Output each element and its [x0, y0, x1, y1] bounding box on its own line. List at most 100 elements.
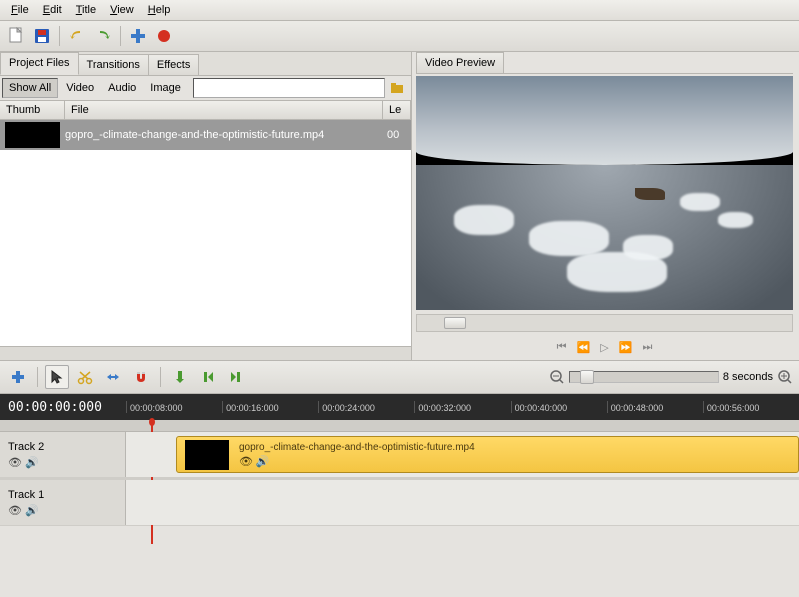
zoom-slider[interactable] [569, 371, 719, 383]
project-tabs: Project Files Transitions Effects [0, 52, 411, 76]
timeline-ruler[interactable]: 00:00:00:000 00:00:08:000 00:00:16:000 0… [0, 394, 799, 420]
filter-audio[interactable]: Audio [102, 79, 142, 97]
ruler-tick: 00:00:56:000 [703, 401, 799, 413]
file-length: 00 [387, 129, 411, 141]
play-icon[interactable]: ▷ [600, 341, 608, 354]
preview-pane: Video Preview ⏮ ⏪ ▷ ⏩ ⏭ [412, 52, 799, 360]
eye-icon[interactable]: 👁 [239, 456, 253, 468]
track-label: Track 2 [8, 441, 117, 453]
rewind-icon[interactable]: ⏪ [577, 341, 591, 354]
scrub-bar[interactable] [416, 314, 793, 332]
track-lane[interactable] [126, 480, 799, 525]
plus-icon [129, 27, 147, 45]
track-header[interactable]: Track 1 👁 🔊 [0, 480, 126, 525]
add-track-button[interactable] [6, 365, 30, 389]
prev-marker-button[interactable] [196, 365, 220, 389]
playhead-row[interactable] [0, 420, 799, 432]
zoom-out-icon[interactable] [549, 369, 565, 385]
filter-image[interactable]: Image [144, 79, 187, 97]
playhead[interactable] [147, 418, 157, 432]
menu-view[interactable]: View [103, 1, 141, 19]
ruler-ticks: 00:00:08:000 00:00:16:000 00:00:24:000 0… [126, 401, 799, 413]
add-button[interactable] [126, 24, 150, 48]
ruler-tick: 00:00:48:000 [607, 401, 703, 413]
pointer-tool[interactable] [45, 365, 69, 389]
skip-start-icon[interactable]: ⏮ [557, 341, 567, 354]
marker-next-icon [228, 369, 244, 385]
file-name: gopro_-climate-change-and-the-optimistic… [65, 129, 387, 141]
save-button[interactable] [30, 24, 54, 48]
speaker-icon[interactable]: 🔊 [25, 457, 39, 469]
new-file-button[interactable] [4, 24, 28, 48]
snap-tool[interactable] [129, 365, 153, 389]
magnet-icon [133, 369, 149, 385]
undo-icon [68, 27, 86, 45]
menu-file[interactable]: File [4, 1, 36, 19]
file-row[interactable]: gopro_-climate-change-and-the-optimistic… [0, 120, 411, 150]
add-marker-button[interactable] [168, 365, 192, 389]
speaker-icon[interactable]: 🔊 [256, 456, 270, 468]
video-preview[interactable] [416, 76, 793, 310]
resize-icon [105, 369, 121, 385]
timeline-toolbar: 8 seconds [0, 360, 799, 394]
cursor-icon [49, 369, 65, 385]
scrub-handle[interactable] [444, 317, 466, 329]
marker-prev-icon [200, 369, 216, 385]
resize-tool[interactable] [101, 365, 125, 389]
next-marker-button[interactable] [224, 365, 248, 389]
filter-row: Show All Video Audio Image [0, 76, 411, 101]
record-button[interactable] [152, 24, 176, 48]
filter-search-input[interactable] [193, 78, 385, 98]
file-thumbnail [5, 122, 60, 148]
skip-end-icon[interactable]: ⏭ [642, 341, 652, 354]
video-clip[interactable]: gopro_-climate-change-and-the-optimistic… [176, 436, 799, 473]
track-2: Track 2 👁 🔊 gopro_-climate-change-and-th… [0, 432, 799, 478]
track-label: Track 1 [8, 489, 117, 501]
clip-thumbnail [185, 440, 229, 470]
zoom-in-icon[interactable] [777, 369, 793, 385]
horizontal-scrollbar[interactable] [0, 346, 411, 360]
eye-icon[interactable]: 👁 [8, 505, 22, 517]
project-pane: Project Files Transitions Effects Show A… [0, 52, 412, 360]
eye-icon[interactable]: 👁 [8, 457, 22, 469]
filter-video[interactable]: Video [60, 79, 100, 97]
floppy-icon [33, 27, 51, 45]
razor-tool[interactable] [73, 365, 97, 389]
clip-toggles: 👁 🔊 [239, 455, 475, 468]
clip-title: gopro_-climate-change-and-the-optimistic… [239, 442, 475, 453]
record-icon [155, 27, 173, 45]
zoom-handle[interactable] [580, 370, 594, 384]
ruler-tick: 00:00:08:000 [126, 401, 222, 413]
timecode-display: 00:00:00:000 [0, 400, 126, 415]
redo-button[interactable] [91, 24, 115, 48]
zoom-label: 8 seconds [723, 371, 773, 383]
menu-edit[interactable]: Edit [36, 1, 69, 19]
col-thumb[interactable]: Thumb [0, 101, 65, 119]
fast-forward-icon[interactable]: ⏩ [619, 341, 633, 354]
menu-title[interactable]: Title [69, 1, 103, 19]
folder-icon[interactable] [389, 80, 405, 96]
redo-icon [94, 27, 112, 45]
tab-effects[interactable]: Effects [148, 54, 199, 75]
tab-video-preview[interactable]: Video Preview [416, 52, 504, 73]
track-header[interactable]: Track 2 👁 🔊 [0, 432, 126, 477]
col-file[interactable]: File [65, 101, 383, 119]
tab-project-files[interactable]: Project Files [0, 52, 79, 75]
transport-controls: ⏮ ⏪ ▷ ⏩ ⏭ [416, 334, 793, 360]
track-lane[interactable]: gopro_-climate-change-and-the-optimistic… [126, 432, 799, 477]
ruler-tick: 00:00:16:000 [222, 401, 318, 413]
col-length[interactable]: Le [383, 101, 411, 119]
speaker-icon[interactable]: 🔊 [25, 505, 39, 517]
file-list: gopro_-climate-change-and-the-optimistic… [0, 120, 411, 346]
menu-bar: File Edit Title View Help [0, 0, 799, 21]
menu-help[interactable]: Help [141, 1, 178, 19]
undo-button[interactable] [65, 24, 89, 48]
scissors-icon [77, 369, 93, 385]
ruler-tick: 00:00:32:000 [414, 401, 510, 413]
main-toolbar [0, 21, 799, 52]
tab-transitions[interactable]: Transitions [78, 54, 149, 75]
track-1: Track 1 👁 🔊 [0, 480, 799, 526]
ruler-tick: 00:00:24:000 [318, 401, 414, 413]
ruler-tick: 00:00:40:000 [511, 401, 607, 413]
filter-show-all[interactable]: Show All [2, 78, 58, 98]
